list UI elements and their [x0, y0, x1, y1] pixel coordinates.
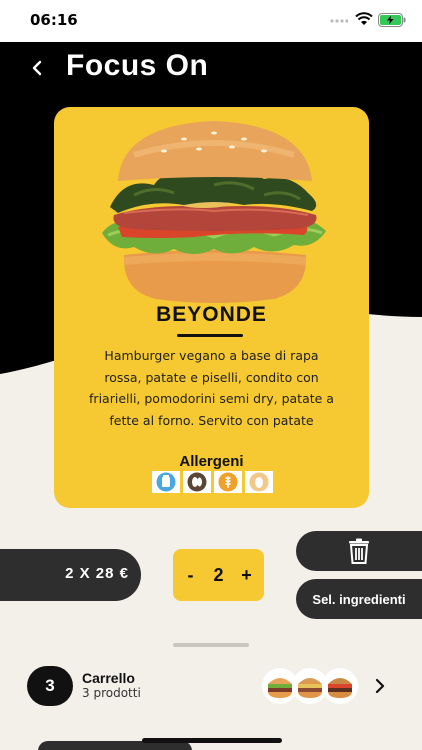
drag-handle[interactable]: [173, 643, 249, 647]
increment-button[interactable]: +: [234, 565, 258, 586]
product-description: Hamburger vegano a base di rapa rossa, p…: [89, 348, 334, 428]
product-name: BEYONDE: [156, 303, 267, 326]
cart-item-thumbnail: [322, 668, 358, 704]
soy-icon: [183, 471, 211, 493]
decrement-button[interactable]: -: [178, 565, 202, 586]
price-label: 2 X 28 €: [65, 565, 129, 582]
egg-icon: [245, 471, 273, 493]
allergens-list: [152, 471, 273, 493]
burger-image: [102, 121, 326, 303]
home-indicator[interactable]: [142, 738, 282, 743]
milk-icon: [152, 471, 180, 493]
chevron-right-icon[interactable]: [372, 678, 388, 694]
page-title: Focus On: [66, 49, 209, 82]
product-card: BEYONDE Hamburger vegano a base di rapa …: [54, 107, 369, 508]
wifi-icon: [355, 12, 373, 25]
cart-subtitle: 3 prodotti: [82, 686, 141, 700]
cellular-signal-icon: [330, 19, 348, 23]
quantity-stepper[interactable]: - 2 +: [173, 549, 264, 601]
delete-button[interactable]: [296, 531, 422, 571]
battery-charging-icon: [378, 13, 406, 27]
status-bar: 06:16: [0, 0, 422, 42]
trash-icon: [349, 538, 369, 564]
status-time: 06:16: [30, 11, 78, 29]
price-pill: 2 X 28 €: [0, 549, 141, 601]
product-name-underline: [177, 334, 243, 337]
cart-title[interactable]: Carrello: [82, 670, 135, 686]
quantity-value: 2: [213, 564, 224, 585]
cart-thumbnails[interactable]: [262, 668, 362, 704]
allergens-title: Allergeni: [179, 453, 244, 470]
back-chevron-icon[interactable]: [26, 56, 50, 80]
cart-count-badge: 3: [27, 666, 73, 706]
select-ingredients-button[interactable]: Sel. ingredienti: [296, 579, 422, 619]
cereal-icon: [214, 471, 242, 493]
